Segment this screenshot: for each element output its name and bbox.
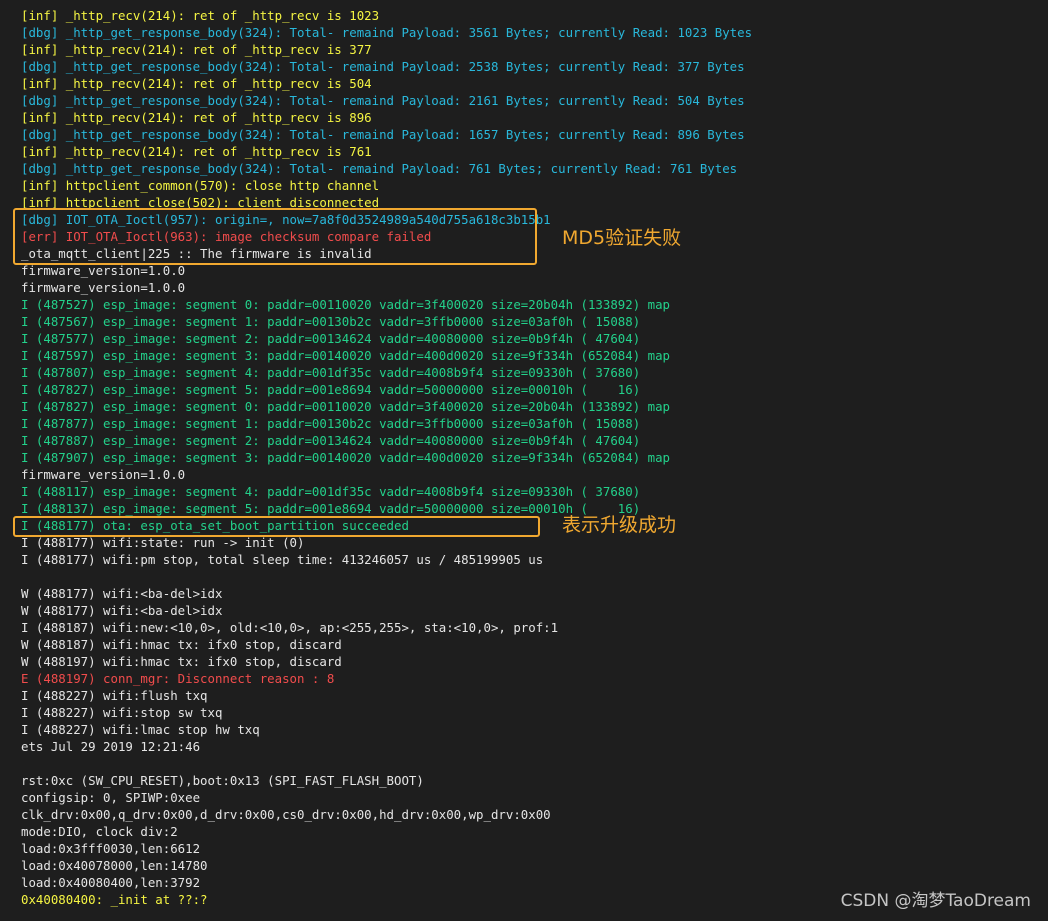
log-line: load:0x40078000,len:14780 [21, 858, 208, 873]
log-line: I (487907) esp_image: segment 3: paddr=0… [21, 450, 671, 465]
log-line: I (487887) esp_image: segment 2: paddr=0… [21, 433, 641, 448]
log-line: I (488117) esp_image: segment 4: paddr=0… [21, 484, 641, 499]
log-line: W (488197) wifi:hmac tx: ifx0 stop, disc… [21, 654, 342, 669]
log-line: [inf] _http_recv(214): ret of _http_recv… [21, 144, 372, 159]
log-line: I (488227) wifi:lmac stop hw txq [21, 722, 260, 737]
terminal-window[interactable]: [inf] _http_recv(214): ret of _http_recv… [0, 0, 1048, 921]
log-line: E (488197) conn_mgr: Disconnect reason :… [21, 671, 335, 686]
md5-failure-highlight-box [13, 208, 537, 265]
upgrade-success-highlight-box [13, 516, 540, 537]
log-line: [inf] _http_recv(214): ret of _http_recv… [21, 42, 372, 57]
log-line: I (487577) esp_image: segment 2: paddr=0… [21, 331, 641, 346]
log-line: I (488227) wifi:stop sw txq [21, 705, 223, 720]
log-line: ets Jul 29 2019 12:21:46 [21, 739, 201, 754]
log-line: I (487597) esp_image: segment 3: paddr=0… [21, 348, 671, 363]
log-line: clk_drv:0x00,q_drv:0x00,d_drv:0x00,cs0_d… [21, 807, 551, 822]
log-line: configsip: 0, SPIWP:0xee [21, 790, 201, 805]
log-line: load:0x40080400,len:3792 [21, 875, 201, 890]
log-line: I (487827) esp_image: segment 0: paddr=0… [21, 399, 671, 414]
log-line: [dbg] _http_get_response_body(324): Tota… [21, 59, 745, 74]
log-line: mode:DIO, clock div:2 [21, 824, 178, 839]
md5-failure-annotation: MD5验证失败 [562, 227, 682, 249]
log-line: I (487827) esp_image: segment 5: paddr=0… [21, 382, 641, 397]
log-line: rst:0xc (SW_CPU_RESET),boot:0x13 (SPI_FA… [21, 773, 424, 788]
terminal-log: [inf] _http_recv(214): ret of _http_recv… [21, 7, 752, 908]
log-line: [dbg] _http_get_response_body(324): Tota… [21, 161, 738, 176]
log-line: I (488227) wifi:flush txq [21, 688, 208, 703]
log-line: I (487567) esp_image: segment 1: paddr=0… [21, 314, 641, 329]
upgrade-success-annotation: 表示升级成功 [562, 514, 677, 536]
log-line: [inf] _http_recv(214): ret of _http_recv… [21, 8, 380, 23]
log-line: I (487877) esp_image: segment 1: paddr=0… [21, 416, 641, 431]
log-line: W (488187) wifi:hmac tx: ifx0 stop, disc… [21, 637, 342, 652]
log-line: I (488187) wifi:new:<10,0>, old:<10,0>, … [21, 620, 559, 635]
log-line: [inf] httpclient_common(570): close http… [21, 178, 380, 193]
log-line: [inf] _http_recv(214): ret of _http_recv… [21, 110, 372, 125]
log-line: [dbg] _http_get_response_body(324): Tota… [21, 127, 745, 142]
log-line: load:0x3fff0030,len:6612 [21, 841, 201, 856]
log-line: I (488177) wifi:pm stop, total sleep tim… [21, 552, 544, 567]
log-line: firmware_version=1.0.0 [21, 280, 186, 295]
log-line: W (488177) wifi:<ba-del>idx [21, 586, 223, 601]
log-line: 0x40080400: _init at ??:? [21, 892, 208, 907]
log-line: W (488177) wifi:<ba-del>idx [21, 603, 223, 618]
log-line: [dbg] _http_get_response_body(324): Tota… [21, 93, 745, 108]
log-line: [dbg] _http_get_response_body(324): Tota… [21, 25, 753, 40]
log-line: [inf] _http_recv(214): ret of _http_recv… [21, 76, 372, 91]
log-line: firmware_version=1.0.0 [21, 467, 186, 482]
log-line: I (487807) esp_image: segment 4: paddr=0… [21, 365, 641, 380]
csdn-watermark: CSDN @淘梦TaoDream [840, 891, 1031, 911]
log-line: I (487527) esp_image: segment 0: paddr=0… [21, 297, 671, 312]
